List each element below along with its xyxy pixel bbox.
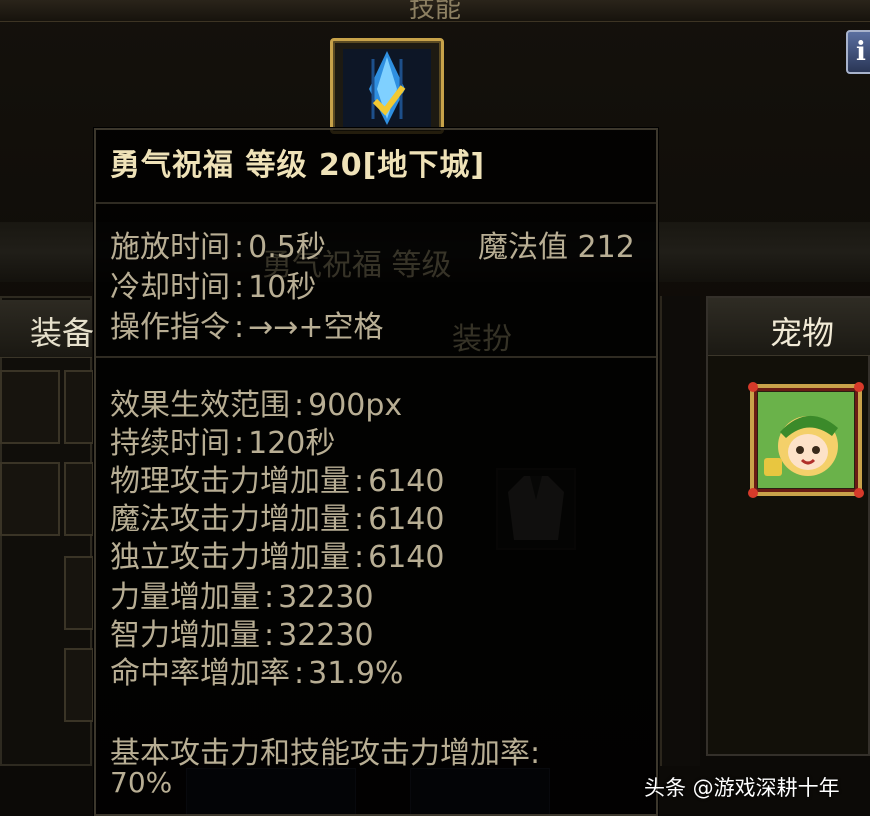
equip-slot[interactable] (64, 556, 94, 630)
equip-slot[interactable] (64, 462, 94, 536)
stat-row: 命中率增加率:31.9% (110, 656, 404, 691)
cast-time-row: 施放时间:0.5秒 (110, 230, 326, 265)
cooldown-row: 冷却时间:10秒 (110, 270, 317, 305)
equipment-label: 装备 (30, 314, 95, 352)
info-button[interactable]: i (846, 30, 870, 74)
note-value: 70% (110, 766, 173, 799)
mana-label: 魔法值 (478, 230, 568, 265)
window-title: 技能 (408, 0, 461, 24)
stat-row: 独立攻击力增加量:6140 (110, 540, 445, 575)
command-value: →→+空格 (248, 310, 384, 345)
cast-time-value: 0.5秒 (248, 230, 326, 265)
cooldown-label: 冷却时间 (110, 270, 230, 305)
pet-label: 宠物 (770, 314, 835, 352)
equip-slot[interactable] (64, 370, 94, 444)
tooltip-title: 勇气祝福 等级 20[地下城] (110, 148, 486, 183)
tooltip-divider (96, 356, 656, 358)
mana-row: 魔法值 212 (478, 222, 635, 266)
stat-value: 6140 (368, 540, 445, 575)
corner-gem (854, 382, 864, 392)
corner-gem (748, 488, 758, 498)
command-row: 操作指令: →→+空格 (110, 310, 384, 345)
stat-label: 命中率增加率 (110, 656, 290, 691)
blue-crystal-skill-icon (343, 49, 431, 127)
pet-slot[interactable] (748, 382, 864, 498)
equip-slot[interactable] (0, 370, 60, 444)
cooldown-value: 10秒 (248, 270, 317, 305)
pet-header: 宠物 (708, 298, 870, 356)
skill-slot[interactable] (330, 38, 444, 134)
window-titlebar: 技能 (0, 0, 870, 24)
corner-gem (854, 488, 864, 498)
stat-label: 独立攻击力增加量 (110, 540, 350, 575)
stat-value: 31.9% (308, 656, 404, 691)
command-label: 操作指令 (110, 310, 230, 345)
equip-slot[interactable] (64, 648, 94, 722)
equipment-header: 装备 (0, 300, 95, 358)
pet-portrait-icon (758, 392, 854, 488)
note-row: 基本攻击力和技能攻击力增加率: (110, 736, 541, 771)
dress-panel-edge (660, 296, 700, 766)
note-label: 基本攻击力和技能攻击力增加率 (110, 736, 530, 771)
corner-gem (748, 382, 758, 392)
pet-panel (706, 296, 870, 756)
tooltip-divider (96, 202, 656, 204)
ghost-dress-label: 装扮 (452, 322, 512, 357)
cast-time-label: 施放时间 (110, 230, 230, 265)
watermark: 头条 @游戏深耕十年 (644, 776, 840, 800)
mana-value: 212 (577, 230, 635, 265)
equip-slot[interactable] (0, 462, 60, 536)
